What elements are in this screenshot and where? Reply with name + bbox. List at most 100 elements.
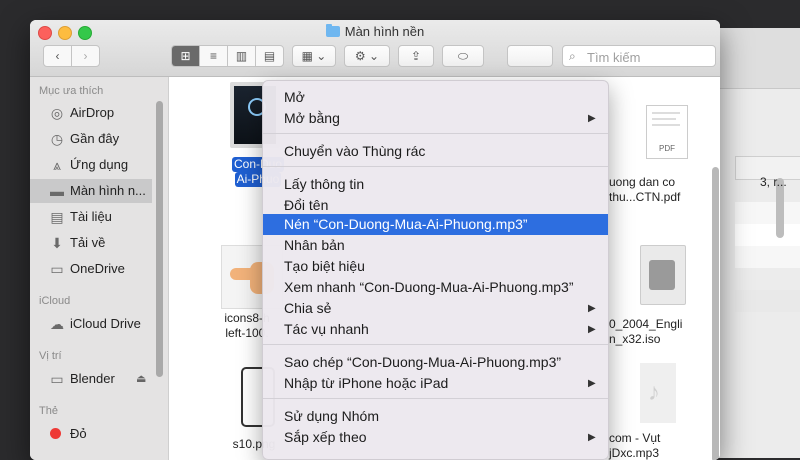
action-gear-button[interactable]: ⚙ ⌄ bbox=[344, 45, 390, 67]
sidebar-item-recents[interactable]: ◷ Gần đây bbox=[30, 127, 152, 151]
window-title: Màn hình nền bbox=[30, 24, 720, 39]
pdf-line bbox=[652, 112, 680, 114]
menu-item-label: Chia sẻ bbox=[284, 300, 332, 316]
menu-item-label: Tác vụ nhanh bbox=[284, 321, 369, 337]
menu-item-label: Chuyển vào Thùng rác bbox=[284, 143, 426, 159]
clock-icon: ◷ bbox=[50, 131, 64, 147]
menu-item-quick-actions[interactable]: Tác vụ nhanh ▶ bbox=[263, 319, 608, 340]
menu-item-get-info[interactable]: Lấy thông tin bbox=[263, 174, 608, 195]
menu-item-duplicate[interactable]: Nhân bản bbox=[263, 235, 608, 256]
menu-item-rename[interactable]: Đổi tên bbox=[263, 195, 608, 216]
menu-item-open[interactable]: Mở bbox=[263, 87, 608, 108]
search-input[interactable] bbox=[585, 47, 715, 67]
content-scrollbar[interactable] bbox=[712, 167, 719, 460]
sidebar-item-downloads[interactable]: ⬇ Tải về bbox=[30, 231, 152, 255]
search-field[interactable]: ⌕ bbox=[562, 45, 716, 67]
sidebar-item-desktop[interactable]: ▬ Màn hình n... bbox=[30, 179, 152, 203]
dropdown-button[interactable] bbox=[507, 45, 553, 67]
pdf-line bbox=[652, 124, 680, 126]
audio-thumbnail[interactable]: ♪ bbox=[640, 363, 676, 423]
airdrop-icon: ◎ bbox=[50, 105, 64, 121]
background-window-row bbox=[735, 246, 800, 268]
download-icon: ⬇ bbox=[51, 235, 63, 251]
file-item-pdf[interactable]: uong dan co thu...CTN.pdf bbox=[609, 175, 719, 205]
menu-item-import-from-iphone[interactable]: Nhập từ iPhone hoặc iPad ▶ bbox=[263, 373, 608, 394]
file-name: jDxc.mp3 bbox=[609, 446, 660, 460]
back-button[interactable]: ‹ bbox=[44, 46, 72, 66]
menu-item-compress[interactable]: Nén “Con-Duong-Mua-Ai-Phuong.mp3” bbox=[263, 214, 608, 235]
file-name: thu...CTN.pdf bbox=[609, 190, 681, 204]
menu-item-quick-look[interactable]: Xem nhanh “Con-Duong-Mua-Ai-Phuong.mp3” bbox=[263, 277, 608, 298]
menu-item-sort-by[interactable]: Sắp xếp theo ▶ bbox=[263, 427, 608, 448]
sidebar-scrollbar[interactable] bbox=[156, 101, 163, 377]
search-icon: ⌕ bbox=[569, 49, 576, 63]
file-name: uong dan co bbox=[609, 175, 676, 189]
background-window-row bbox=[735, 202, 800, 224]
menu-item-copy[interactable]: Sao chép “Con-Duong-Mua-Ai-Phuong.mp3” bbox=[263, 352, 608, 373]
disk-icon bbox=[649, 260, 675, 290]
tag-button[interactable]: ⬭ bbox=[442, 45, 484, 67]
submenu-arrow-icon: ▶ bbox=[588, 378, 596, 389]
music-note-icon: ♪ bbox=[648, 379, 660, 406]
menu-item-label: Mở bbox=[284, 89, 305, 105]
cloud-icon: ☁ bbox=[50, 316, 64, 332]
disk-image-thumbnail[interactable] bbox=[640, 245, 686, 305]
file-name: n_x32.iso bbox=[609, 332, 661, 346]
sidebar-item-label: Ứng dụng bbox=[70, 157, 129, 172]
drive-icon: ▭ bbox=[50, 371, 64, 387]
menu-item-move-to-trash[interactable]: Chuyển vào Thùng rác bbox=[263, 141, 608, 162]
desktop-icon: ▬ bbox=[50, 183, 64, 199]
sidebar-section-tags: Thẻ bbox=[39, 405, 58, 417]
menu-item-share[interactable]: Chia sẻ ▶ bbox=[263, 298, 608, 319]
sidebar-item-icloud-drive[interactable]: ☁ iCloud Drive bbox=[30, 312, 152, 336]
sidebar-section-locations: Vị trí bbox=[39, 350, 62, 362]
menu-item-make-alias[interactable]: Tạo biệt hiệu bbox=[263, 256, 608, 277]
menu-separator bbox=[263, 133, 608, 134]
sidebar-item-label: OneDrive bbox=[70, 261, 125, 276]
sidebar-item-airdrop[interactable]: ◎ AirDrop bbox=[30, 101, 152, 125]
red-tag-icon bbox=[50, 428, 61, 439]
sidebar-item-onedrive[interactable]: ▭ OneDrive bbox=[30, 257, 152, 281]
background-window-row bbox=[735, 224, 800, 246]
forward-button[interactable]: › bbox=[72, 46, 99, 66]
sidebar-item-applications[interactable]: ⩓ Ứng dụng bbox=[30, 153, 152, 177]
group-button[interactable]: ▦ ⌄ bbox=[292, 45, 336, 67]
menu-item-use-groups[interactable]: Sử dụng Nhóm bbox=[263, 406, 608, 427]
document-icon: ▤ bbox=[50, 209, 64, 225]
menu-item-label: Mở bằng bbox=[284, 110, 340, 126]
applications-icon: ⩓ bbox=[53, 157, 61, 173]
pdf-thumbnail[interactable]: PDF bbox=[646, 105, 688, 159]
menu-item-label: Nhập từ iPhone hoặc iPad bbox=[284, 375, 449, 391]
gallery-view-button[interactable]: ▤ bbox=[256, 46, 283, 66]
sidebar-item-label: AirDrop bbox=[70, 105, 115, 120]
submenu-arrow-icon: ▶ bbox=[588, 324, 596, 335]
eject-icon[interactable]: ⏏ bbox=[136, 367, 146, 391]
sidebar-item-documents[interactable]: ▤ Tài liệu bbox=[30, 205, 152, 229]
icon-view-button[interactable]: ⊞ bbox=[172, 46, 200, 66]
view-mode-control: ⊞ ≡ ▥ ▤ bbox=[171, 45, 284, 67]
pdf-line bbox=[652, 118, 676, 120]
menu-separator bbox=[263, 398, 608, 399]
window-title-text: Màn hình nền bbox=[344, 24, 425, 39]
sidebar-section-icloud: iCloud bbox=[39, 295, 71, 307]
sidebar-item-red-tag[interactable]: Đỏ bbox=[30, 422, 152, 446]
list-view-button[interactable]: ≡ bbox=[200, 46, 228, 66]
menu-separator bbox=[263, 166, 608, 167]
title-bar: Màn hình nền ‹ › ⊞ ≡ ▥ ▤ ▦ ⌄ ⚙ ⌄ ⇪ ⬭ ⌕ bbox=[30, 20, 720, 77]
file-name: com - Vụt bbox=[609, 431, 661, 445]
sidebar-item-label: Gần đây bbox=[70, 131, 120, 146]
menu-item-open-with[interactable]: Mở bằng ▶ bbox=[263, 108, 608, 129]
file-item-iso[interactable]: 0_2004_Engli n_x32.iso bbox=[609, 317, 719, 347]
share-button[interactable]: ⇪ bbox=[398, 45, 434, 67]
file-name: 0_2004_Engli bbox=[609, 317, 683, 331]
sidebar: Mục ưa thích ◎ AirDrop ◷ Gần đây ⩓ Ứng d… bbox=[30, 77, 169, 460]
submenu-arrow-icon: ▶ bbox=[588, 303, 596, 314]
sidebar-item-blender[interactable]: ▭ Blender ⏏ bbox=[30, 367, 152, 391]
menu-item-label: Sắp xếp theo bbox=[284, 429, 367, 445]
pdf-badge: PDF bbox=[659, 144, 675, 153]
file-item-mp3-2[interactable]: com - Vụt jDxc.mp3 bbox=[609, 431, 719, 460]
column-view-button[interactable]: ▥ bbox=[228, 46, 256, 66]
menu-separator bbox=[263, 344, 608, 345]
sidebar-section-favorites: Mục ưa thích bbox=[39, 85, 104, 97]
menu-item-label: Xem nhanh “Con-Duong-Mua-Ai-Phuong.mp3” bbox=[284, 279, 574, 295]
